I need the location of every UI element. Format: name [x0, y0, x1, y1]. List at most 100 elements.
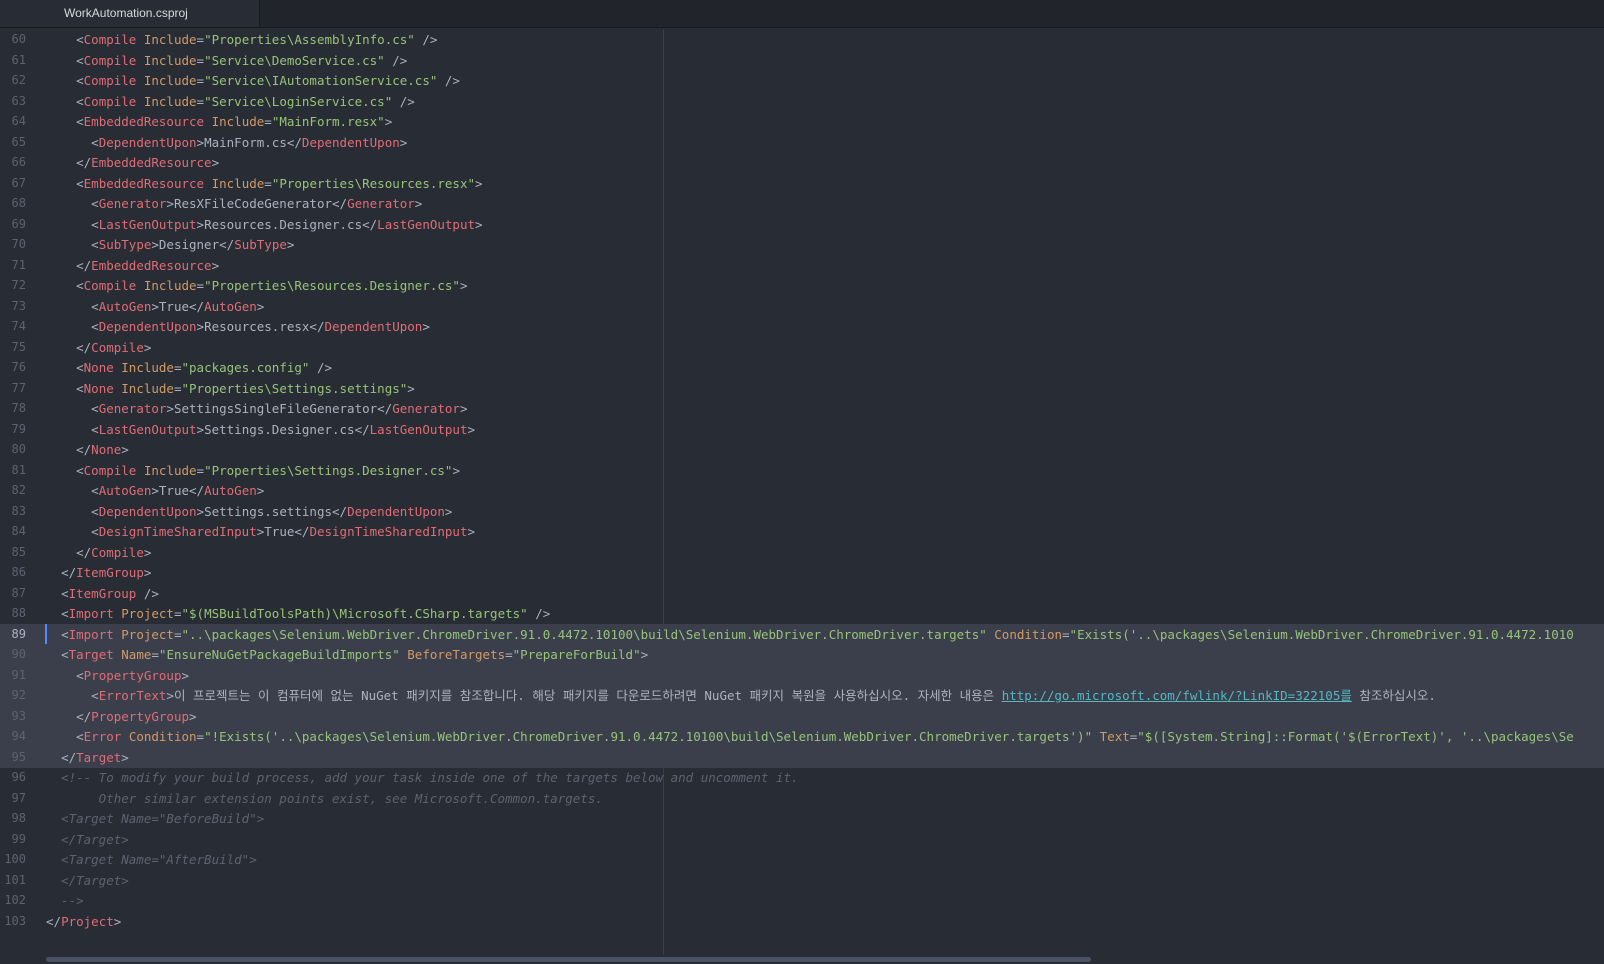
code-punctuation [136, 463, 144, 478]
code-text: ResXFileCodeGenerator [173, 196, 332, 211]
code-attribute-name: Project [121, 626, 174, 642]
line-number: 100 [4, 852, 26, 866]
code-line-content: <SubType>Designer</SubType> [46, 234, 294, 255]
code-punctuation: > [189, 708, 197, 724]
code-line[interactable]: <EmbeddedResource Include="Properties\Re… [0, 173, 1604, 194]
code-line[interactable]: <AutoGen>True</AutoGen> [0, 480, 1604, 501]
code-line[interactable]: <None Include="Properties\Settings.setti… [0, 378, 1604, 399]
code-line[interactable]: <Compile Include="Properties\AssemblyInf… [0, 29, 1604, 50]
code-line[interactable]: <DependentUpon>Resources.resx</Dependent… [0, 316, 1604, 337]
code-line[interactable]: </EmbeddedResource> [0, 152, 1604, 173]
code-punctuation: < [91, 298, 99, 314]
code-tag-name: DependentUpon [301, 134, 400, 150]
code-tag-name: ErrorText [98, 688, 167, 703]
code-line[interactable]: </Target> [0, 829, 1604, 850]
code-punctuation: = [196, 32, 205, 47]
line-number: 84 [11, 524, 26, 538]
code-line[interactable]: <DesignTimeSharedInput>True</DesignTimeS… [0, 521, 1604, 542]
code-tag-name: None [83, 360, 114, 375]
code-line-content: <LastGenOutput>Settings.Designer.cs</Las… [46, 419, 475, 440]
code-line[interactable]: <Compile Include="Properties\Resources.D… [0, 275, 1604, 296]
code-tag-name: Generator [98, 196, 167, 211]
code-line[interactable]: <ErrorText>이 프로젝트는 이 컴퓨터에 없는 NuGet 패키지를 … [0, 685, 1604, 706]
code-line[interactable]: --> [0, 890, 1604, 911]
code-line[interactable]: </Target> [0, 746, 1604, 768]
code-attribute-value: "Properties\Settings.settings" [181, 380, 408, 396]
code-link[interactable]: http://go.microsoft.com/fwlink/?LinkID=3… [1002, 688, 1352, 703]
code-attribute-name: BeforeTargets [407, 647, 506, 662]
code-punctuation: < [91, 134, 99, 150]
code-line[interactable]: </Project> [0, 911, 1604, 932]
code-line[interactable]: <Import Project="..\packages\Selenium.We… [0, 623, 1604, 645]
code-line[interactable]: <Compile Include="Service\DemoService.cs… [0, 50, 1604, 71]
code-attribute-name: Include [143, 32, 197, 47]
code-line[interactable]: <Import Project="$(MSBuildToolsPath)\Mic… [0, 603, 1604, 624]
code-line[interactable]: <Generator>ResXFileCodeGenerator</Genera… [0, 193, 1604, 214]
code-attribute-value: "$(MSBuildToolsPath)\Microsoft.CSharp.ta… [181, 606, 528, 621]
code-line[interactable]: <None Include="packages.config" /> [0, 357, 1604, 378]
code-editor[interactable]: <Compile Include="Properties\AssemblyInf… [0, 29, 1604, 955]
code-line[interactable]: <ItemGroup /> [0, 583, 1604, 604]
code-line[interactable]: <LastGenOutput>Resources.Designer.cs</La… [0, 214, 1604, 235]
code-line[interactable]: <Generator>SettingsSingleFileGenerator</… [0, 398, 1604, 419]
code-punctuation [204, 114, 212, 129]
code-line[interactable]: Other similar extension points exist, se… [0, 788, 1604, 809]
code-line[interactable]: <Target Name="EnsureNuGetPackageBuildImp… [0, 644, 1604, 665]
code-line-content: </Target> [46, 870, 129, 891]
code-line[interactable]: </Compile> [0, 337, 1604, 358]
code-punctuation: /> [136, 585, 159, 601]
code-line[interactable]: <PropertyGroup> [0, 664, 1604, 686]
code-line[interactable]: <SubType>Designer</SubType> [0, 234, 1604, 255]
code-line[interactable]: <EmbeddedResource Include="MainForm.resx… [0, 111, 1604, 132]
code-line[interactable]: <AutoGen>True</AutoGen> [0, 296, 1604, 317]
code-tag-name: DesignTimeSharedInput [309, 524, 468, 539]
code-punctuation [136, 32, 144, 47]
code-line[interactable]: <!-- To modify your build process, add y… [0, 767, 1604, 788]
code-punctuation: = [173, 606, 182, 621]
code-tag-name: Compile [83, 462, 137, 478]
code-line[interactable]: <DependentUpon>MainForm.cs</DependentUpo… [0, 132, 1604, 153]
code-punctuation: /> [437, 73, 460, 88]
code-line[interactable]: <LastGenOutput>Settings.Designer.cs</Las… [0, 419, 1604, 440]
code-tag-name: SubType [234, 237, 287, 252]
code-line[interactable]: </None> [0, 439, 1604, 460]
code-attribute-name: Include [143, 73, 197, 88]
code-tag-name: PropertyGroup [91, 708, 190, 724]
code-line[interactable]: </EmbeddedResource> [0, 255, 1604, 276]
line-number: 103 [4, 913, 26, 928]
horizontal-scrollbar[interactable] [46, 957, 1091, 962]
code-line[interactable]: <Target Name="BeforeBuild"> [0, 808, 1604, 829]
code-line[interactable]: </Compile> [0, 542, 1604, 563]
code-punctuation [136, 94, 144, 109]
code-line[interactable]: <DependentUpon>Settings.settings</Depend… [0, 501, 1604, 522]
code-punctuation: = [173, 380, 182, 396]
code-punctuation: > [256, 483, 265, 498]
code-line[interactable]: <Error Condition="!Exists('..\packages\S… [0, 726, 1604, 747]
code-punctuation: </ [377, 401, 393, 416]
code-tag-name: Generator [392, 401, 460, 416]
code-line-content: <Compile Include="Properties\Resources.D… [46, 275, 467, 296]
code-line[interactable]: <Compile Include="Service\LoginService.c… [0, 91, 1604, 112]
code-line[interactable]: <Compile Include="Properties\Settings.De… [0, 460, 1604, 481]
code-line[interactable]: </ItemGroup> [0, 562, 1604, 583]
code-line-content: <PropertyGroup> [46, 665, 189, 686]
code-line[interactable]: <Compile Include="Service\IAutomationSer… [0, 70, 1604, 91]
code-tag-name: DependentUpon [98, 134, 197, 150]
code-punctuation: > [151, 237, 159, 252]
code-line-content: <EmbeddedResource Include="Properties\Re… [46, 173, 482, 194]
tab-workautomation-csproj[interactable]: WorkAutomation.csproj [0, 0, 260, 27]
code-attribute-name: Include [143, 52, 197, 68]
line-number-gutter[interactable]: 60 61 62 63 64 65 66 67 68 69 70 71 72 73 74 75 76 77 78 79… [0, 29, 46, 955]
code-line[interactable]: </Target> [0, 870, 1604, 891]
code-line[interactable]: </PropertyGroup> [0, 705, 1604, 727]
code-tag-name: DesignTimeSharedInput [98, 524, 257, 539]
line-number: 76 [11, 360, 26, 374]
code-punctuation: < [61, 626, 69, 642]
code-text: Resources.Designer.cs [204, 216, 363, 232]
code-line[interactable]: <Target Name="AfterBuild"> [0, 849, 1604, 870]
